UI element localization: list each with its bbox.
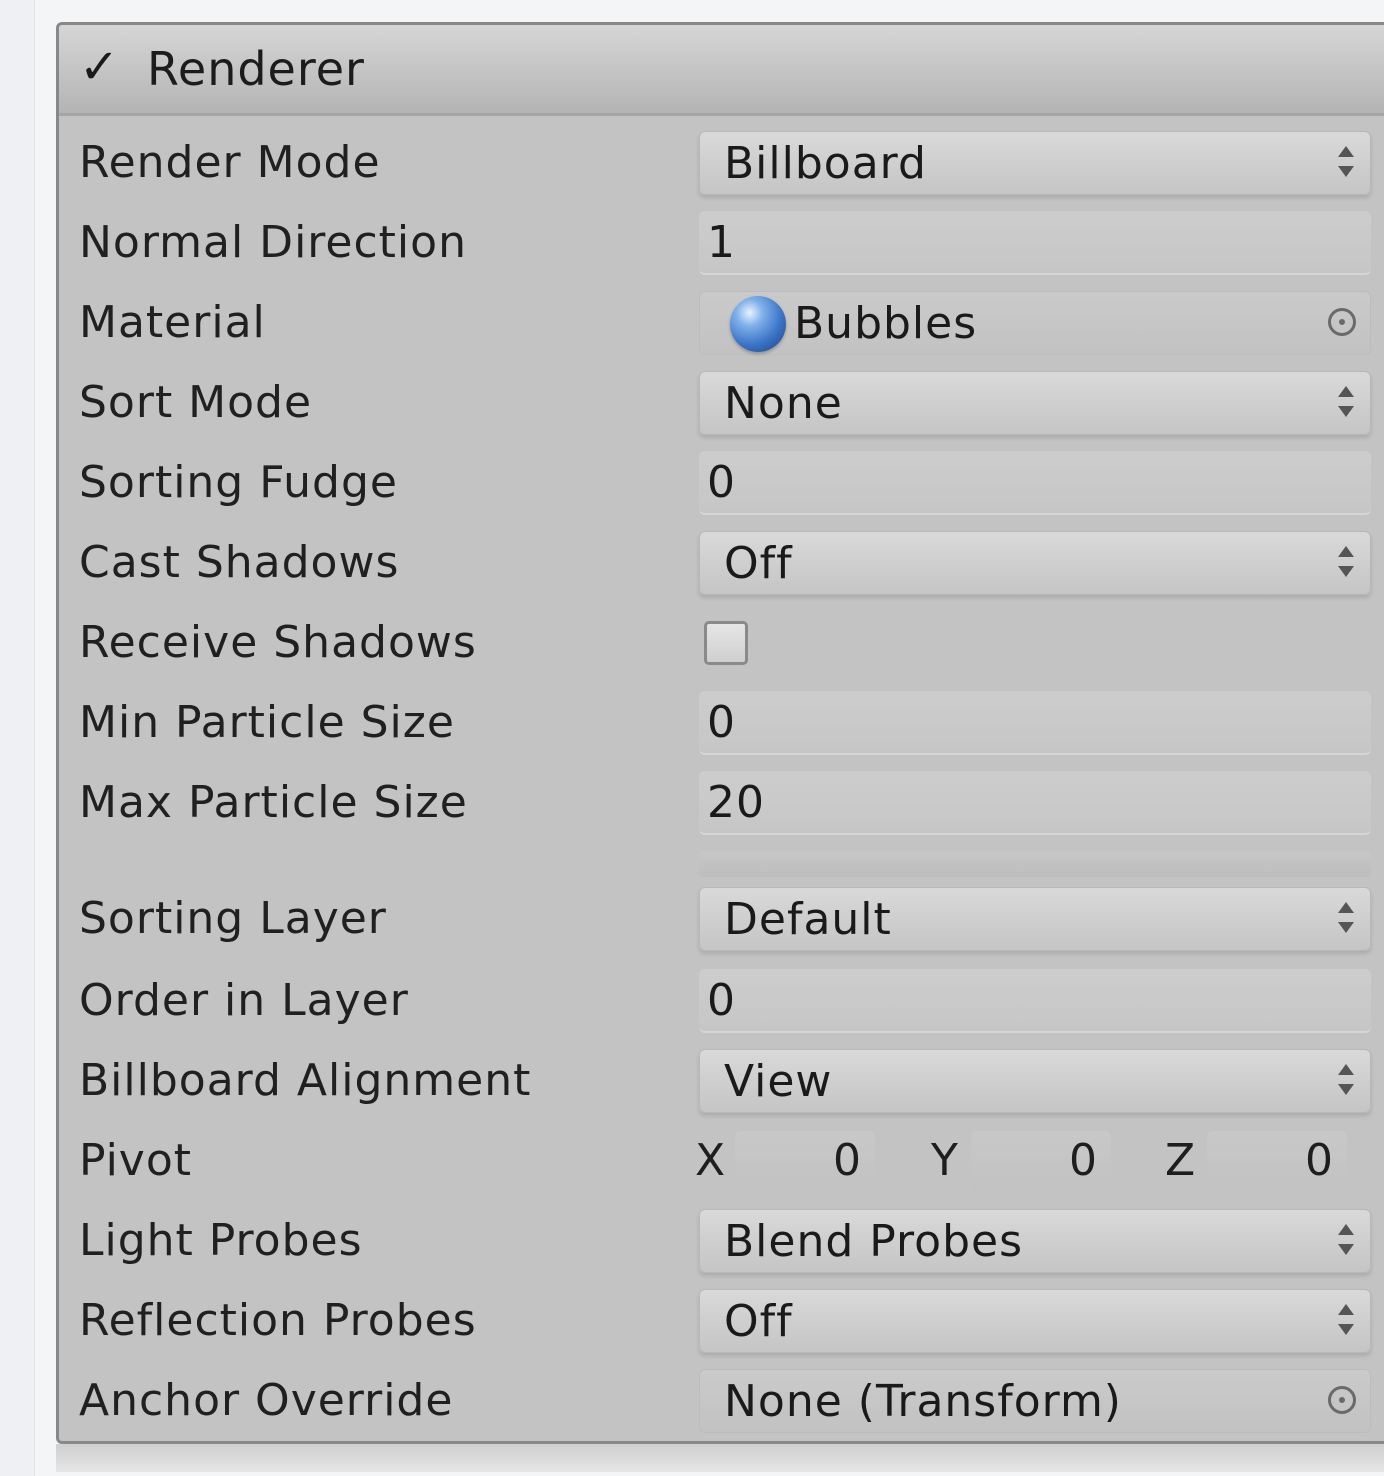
updown-arrows-icon xyxy=(1334,382,1358,426)
receive-shadows-checkbox[interactable] xyxy=(704,621,748,665)
reflection-probes-dropdown[interactable]: Off xyxy=(699,1289,1371,1353)
row-max-particle-size: Max Particle Size 20 xyxy=(59,763,1384,843)
material-value: Bubbles xyxy=(794,298,978,349)
sorting-layer-dropdown[interactable]: Default xyxy=(699,887,1371,951)
component-header[interactable]: ✓ Renderer xyxy=(59,25,1384,116)
anchor-override-object-field[interactable]: None (Transform) xyxy=(699,1369,1371,1433)
panel-bottom-edge xyxy=(56,1444,1384,1472)
updown-arrows-icon xyxy=(1334,1300,1358,1344)
normal-direction-input[interactable]: 1 xyxy=(699,211,1371,275)
pivot-z-input[interactable]: 0 xyxy=(1207,1131,1347,1191)
pivot-z-label[interactable]: Z xyxy=(1165,1121,1195,1201)
component-title: Renderer xyxy=(147,42,365,96)
pivot-z-value: 0 xyxy=(1305,1135,1333,1186)
row-receive-shadows: Receive Shadows xyxy=(59,603,1384,683)
anchor-override-value: None (Transform) xyxy=(724,1376,1122,1427)
billboard-alignment-label: Billboard Alignment xyxy=(79,1055,532,1106)
reflection-probes-label: Reflection Probes xyxy=(79,1295,477,1346)
row-order-in-layer: Order in Layer 0 xyxy=(59,961,1384,1041)
material-label: Material xyxy=(79,297,266,348)
render-mode-dropdown[interactable]: Billboard xyxy=(699,131,1371,195)
sorting-fudge-input[interactable]: 0 xyxy=(699,451,1371,515)
normal-direction-value: 1 xyxy=(707,217,736,268)
row-anchor-override: Anchor Override None (Transform) xyxy=(59,1361,1384,1441)
row-billboard-alignment: Billboard Alignment View xyxy=(59,1041,1384,1121)
row-sorting-layer: Sorting Layer Default xyxy=(59,879,1384,959)
max-particle-size-value: 20 xyxy=(707,777,765,828)
cast-shadows-dropdown[interactable]: Off xyxy=(699,531,1371,595)
material-object-field[interactable]: Bubbles xyxy=(699,291,1371,355)
sorting-fudge-value: 0 xyxy=(707,457,736,508)
order-in-layer-input[interactable]: 0 xyxy=(699,969,1371,1033)
row-cast-shadows: Cast Shadows Off xyxy=(59,523,1384,603)
pivot-y-value: 0 xyxy=(1069,1135,1097,1186)
pivot-label: Pivot xyxy=(79,1135,193,1186)
sorting-fudge-label: Sorting Fudge xyxy=(79,457,398,508)
row-sorting-fudge: Sorting Fudge 0 xyxy=(59,443,1384,523)
row-min-particle-size: Min Particle Size 0 xyxy=(59,683,1384,763)
max-particle-size-input[interactable]: 20 xyxy=(699,771,1371,835)
render-mode-label: Render Mode xyxy=(79,137,381,188)
cast-shadows-value: Off xyxy=(724,538,793,589)
pivot-y-input[interactable]: 0 xyxy=(971,1131,1111,1191)
enabled-check-icon[interactable]: ✓ xyxy=(79,37,119,97)
updown-arrows-icon xyxy=(1334,1220,1358,1264)
normal-direction-label: Normal Direction xyxy=(79,217,467,268)
render-mode-value: Billboard xyxy=(724,138,927,189)
row-render-mode: Render Mode Billboard xyxy=(59,123,1384,203)
sort-mode-value: None xyxy=(724,378,843,429)
pivot-y-label[interactable]: Y xyxy=(931,1121,958,1201)
min-particle-size-value: 0 xyxy=(707,697,736,748)
material-sphere-icon xyxy=(730,296,786,352)
sorting-layer-value: Default xyxy=(724,894,892,945)
renderer-component-panel: ✓ Renderer Render Mode Billboard Normal … xyxy=(56,22,1384,1444)
row-pivot: Pivot X 0 Y 0 Z 0 xyxy=(59,1121,1384,1201)
sorting-layer-label: Sorting Layer xyxy=(79,893,387,944)
pivot-x-label[interactable]: X xyxy=(695,1121,725,1201)
sort-mode-label: Sort Mode xyxy=(79,377,313,428)
row-light-probes: Light Probes Blend Probes xyxy=(59,1201,1384,1281)
light-probes-value: Blend Probes xyxy=(724,1216,1024,1267)
updown-arrows-icon xyxy=(1334,142,1358,186)
min-particle-size-label: Min Particle Size xyxy=(79,697,455,748)
pivot-x-input[interactable]: 0 xyxy=(735,1131,875,1191)
updown-arrows-icon xyxy=(1334,1060,1358,1104)
pivot-x-value: 0 xyxy=(833,1135,861,1186)
left-margin xyxy=(0,0,35,1476)
row-reflection-probes: Reflection Probes Off xyxy=(59,1281,1384,1361)
object-picker-icon[interactable] xyxy=(1328,1386,1356,1414)
order-in-layer-label: Order in Layer xyxy=(79,975,409,1026)
row-material: Material Bubbles xyxy=(59,283,1384,363)
cast-shadows-label: Cast Shadows xyxy=(79,537,400,588)
light-probes-label: Light Probes xyxy=(79,1215,363,1266)
light-probes-dropdown[interactable]: Blend Probes xyxy=(699,1209,1371,1273)
order-in-layer-value: 0 xyxy=(707,975,736,1026)
sort-mode-dropdown[interactable]: None xyxy=(699,371,1371,435)
max-particle-size-label: Max Particle Size xyxy=(79,777,468,828)
billboard-alignment-dropdown[interactable]: View xyxy=(699,1049,1371,1113)
object-picker-icon[interactable] xyxy=(1328,308,1356,336)
min-particle-size-input[interactable]: 0 xyxy=(699,691,1371,755)
billboard-alignment-value: View xyxy=(724,1056,833,1107)
anchor-override-label: Anchor Override xyxy=(79,1375,454,1426)
section-spacer xyxy=(699,851,1371,877)
updown-arrows-icon xyxy=(1334,898,1358,942)
reflection-probes-value: Off xyxy=(724,1296,793,1347)
updown-arrows-icon xyxy=(1334,542,1358,586)
row-sort-mode: Sort Mode None xyxy=(59,363,1384,443)
receive-shadows-label: Receive Shadows xyxy=(79,617,477,668)
row-normal-direction: Normal Direction 1 xyxy=(59,203,1384,283)
